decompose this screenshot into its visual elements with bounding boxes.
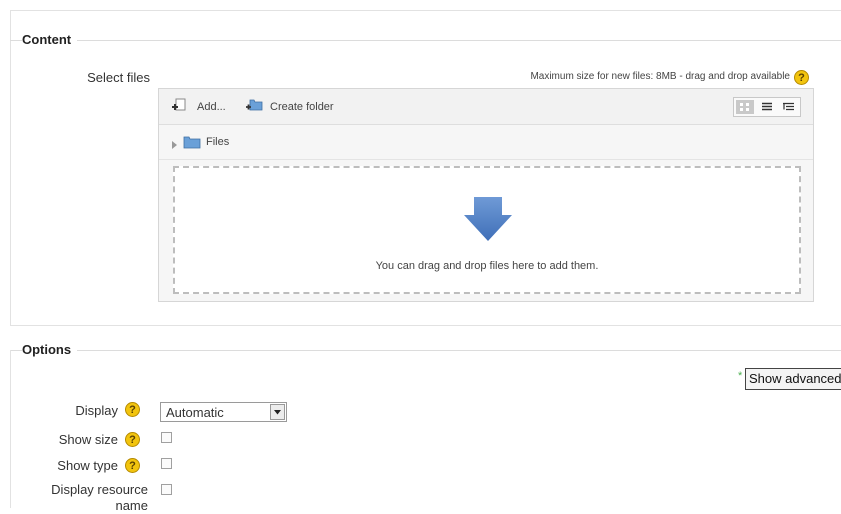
add-button[interactable]: Add... <box>197 101 226 113</box>
create-folder-icon[interactable] <box>245 96 263 114</box>
file-picker: Add... Create folder Files You can drag … <box>158 88 814 302</box>
display-help-icon[interactable]: ? <box>125 402 140 417</box>
display-resource-name-label: Display resource name <box>20 482 148 514</box>
add-file-icon[interactable] <box>171 98 187 114</box>
list-view-icon[interactable] <box>758 100 776 114</box>
show-size-label: Show size <box>58 432 118 447</box>
tree-view-icon[interactable] <box>780 100 798 114</box>
file-picker-toolbar: Add... Create folder <box>159 89 813 125</box>
folder-name[interactable]: Files <box>206 136 229 148</box>
display-select-value: Automatic <box>166 405 224 420</box>
select-files-label: Select files <box>87 70 150 85</box>
content-section-bottom <box>10 325 841 326</box>
expand-arrow-icon[interactable] <box>171 137 179 149</box>
view-mode-switcher <box>733 97 801 117</box>
show-size-checkbox[interactable] <box>161 432 172 443</box>
options-legend: Options <box>22 342 78 357</box>
drop-arrow-icon <box>463 195 513 243</box>
top-divider <box>10 10 841 11</box>
drop-zone-text: You can drag and drop files here to add … <box>375 260 599 272</box>
show-type-help-icon[interactable]: ? <box>125 458 140 473</box>
options-left-border <box>10 350 11 508</box>
show-advanced-button[interactable]: Show advanced <box>745 368 841 390</box>
display-resource-label-line2: name <box>115 498 148 513</box>
show-type-label: Show type <box>57 458 118 473</box>
display-resource-name-checkbox[interactable] <box>161 484 172 495</box>
show-type-checkbox[interactable] <box>161 458 172 469</box>
file-picker-path-bar: Files <box>159 125 813 160</box>
create-folder-button[interactable]: Create folder <box>270 101 334 113</box>
content-legend: Content <box>22 32 78 47</box>
icons-view-icon[interactable] <box>736 100 754 114</box>
options-section-line <box>10 350 841 351</box>
folder-icon <box>183 134 201 150</box>
display-resource-label-line1: Display resource <box>51 482 148 497</box>
drop-zone[interactable]: You can drag and drop files here to add … <box>173 166 801 294</box>
show-size-help-icon[interactable]: ? <box>125 432 140 447</box>
left-border <box>10 10 11 325</box>
display-label: Display <box>75 403 118 418</box>
required-marker: * <box>738 370 743 382</box>
max-size-text: Maximum size for new files: 8MB - drag a… <box>530 71 790 82</box>
display-select[interactable]: Automatic <box>160 402 287 422</box>
content-section-line <box>10 40 841 41</box>
max-size-help-icon[interactable]: ? <box>794 70 809 85</box>
chevron-down-icon[interactable] <box>270 404 285 420</box>
